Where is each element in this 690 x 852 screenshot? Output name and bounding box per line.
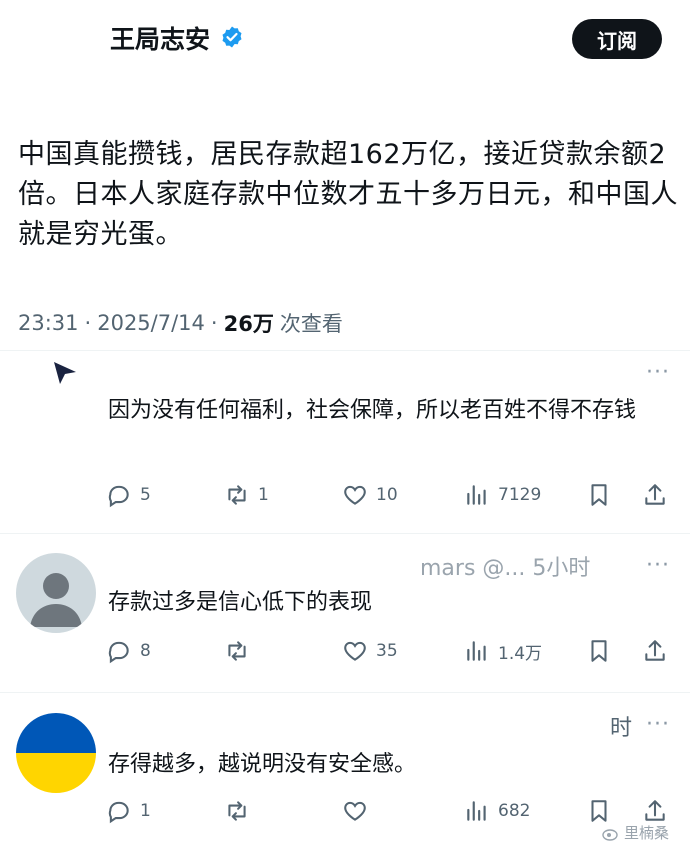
views-button[interactable]: 1.4万 [464,636,542,666]
views-label: 次查看 [279,312,343,336]
post-date[interactable]: 2025/7/14 [97,311,205,335]
reply-actions: 5 1 10 7129 [106,480,676,510]
bookmark-button[interactable] [586,480,612,510]
repost-icon [228,485,246,505]
post-time: 23:31 [18,311,79,335]
post-text: 中国真能攒钱，居民存款超162万亿，接近贷款余额2倍。日本人家庭存款中位数才五十… [18,139,678,250]
divider [0,350,690,351]
reply-count: 1 [140,801,151,821]
share-icon [645,800,665,821]
bookmark-button[interactable] [586,636,612,666]
avatar[interactable] [16,553,96,633]
reply-author-fragment: mars @... 5小时 [420,556,591,581]
cursor-arrow-icon [54,362,76,384]
divider [0,533,690,534]
share-button[interactable] [642,636,668,666]
share-icon [645,484,665,505]
share-icon [645,640,665,661]
like-button[interactable] [342,796,368,826]
more-icon[interactable]: ··· [646,360,670,385]
like-icon [344,801,366,821]
reply-timestamp-fragment: 时 [610,716,633,741]
reply-count: 8 [140,641,151,661]
reply-icon [108,485,129,508]
flag-avatar-icon [16,713,96,793]
bookmark-icon [591,640,607,662]
more-icon[interactable]: ··· [646,553,670,578]
views-count: 7129 [498,485,542,505]
repost-button[interactable] [224,636,250,666]
default-avatar-icon [30,573,82,627]
divider [0,692,690,693]
reply-text: 因为没有任何福利，社会保障，所以老百姓不得不存钱 [108,398,637,423]
views-count: 682 [498,801,531,821]
like-count: 35 [376,641,398,661]
watermark: 里楠桑 [602,822,669,843]
reply-text: 存款过多是信心低下的表现 [108,590,373,615]
reply-icon [108,801,129,824]
post-meta: 23:31 · 2025/7/14 · 26万 次查看 [18,308,343,338]
repost-icon [228,641,246,661]
like-button[interactable]: 10 [342,480,398,510]
views-button[interactable]: 682 [464,796,530,826]
views-icon [467,641,486,661]
repost-button[interactable] [224,796,250,826]
subscribe-button[interactable]: 订阅 [572,19,662,59]
views-button[interactable]: 7129 [464,480,541,510]
more-icon[interactable]: ··· [646,712,670,737]
avatar[interactable] [16,713,96,793]
reply-button[interactable]: 8 [106,636,151,666]
verified-badge-icon [222,26,242,48]
views-icon [467,485,486,505]
like-icon [344,641,366,661]
reply-text: 存得越多，越说明没有安全感。 [108,752,417,777]
reply-button[interactable]: 1 [106,796,151,826]
weibo-icon [602,828,618,841]
reply-button[interactable]: 5 [106,480,151,510]
like-count: 10 [376,485,398,505]
bookmark-icon [591,484,607,506]
reply-count: 5 [140,485,151,505]
repost-button[interactable]: 1 [224,480,269,510]
watermark-text: 里楠桑 [624,824,670,842]
meta-separator: · [210,311,218,335]
views-count: 26万 [223,312,274,336]
like-icon [344,485,366,505]
repost-count: 1 [258,485,269,505]
reply-icon [108,641,129,664]
reply-actions: 8 35 1.4万 [106,636,676,666]
bookmark-icon [591,800,607,822]
post-header: 王局志安 订阅 [0,0,690,80]
like-button[interactable]: 35 [342,636,398,666]
repost-icon [228,801,246,821]
meta-separator: · [84,311,92,335]
reply-actions: 1 682 [106,796,676,826]
views-icon [467,801,486,821]
share-button[interactable] [642,480,668,510]
views-count: 1.4万 [498,643,543,664]
author-name[interactable]: 王局志安 [110,20,210,56]
